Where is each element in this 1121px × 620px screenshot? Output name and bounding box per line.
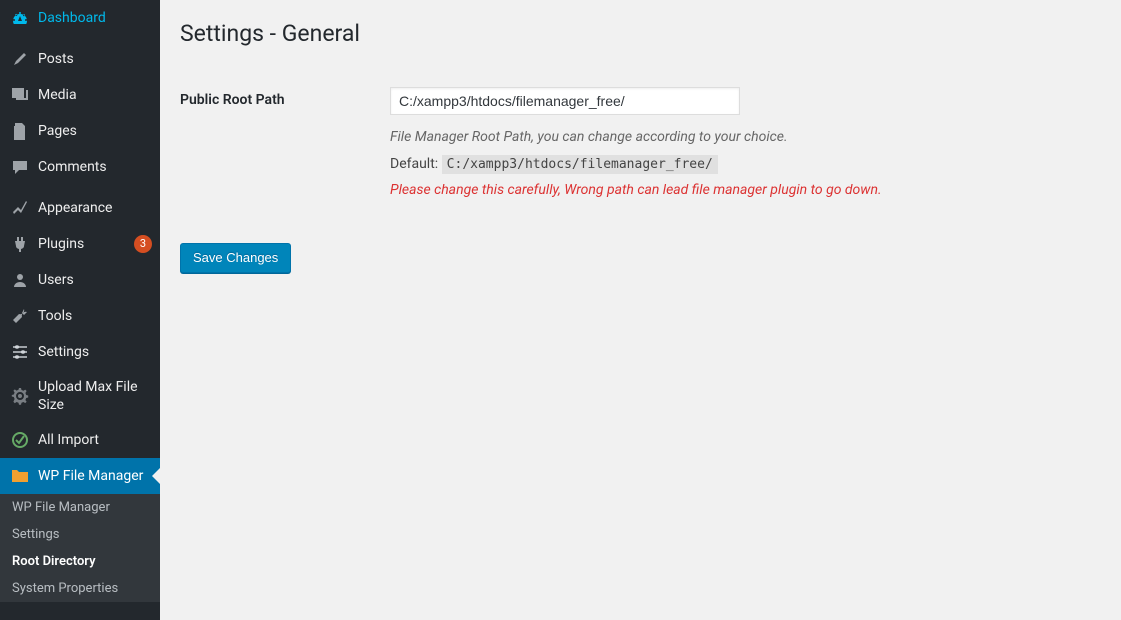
sidebar-item-posts[interactable]: Posts [0, 41, 160, 77]
warning-text: Please change this carefully, Wrong path… [390, 182, 1091, 198]
appearance-icon [10, 198, 30, 218]
plugins-icon [10, 234, 30, 254]
menu-label: Settings [38, 343, 152, 361]
submenu-item-root-directory[interactable]: Root Directory [0, 548, 160, 575]
menu-label: Pages [38, 122, 152, 140]
menu-label: Appearance [38, 199, 152, 217]
sidebar-item-upload-max[interactable]: Upload Max File Size [0, 370, 160, 422]
root-path-field: File Manager Root Path, you can change a… [380, 72, 1101, 213]
menu-label: Posts [38, 50, 152, 68]
root-path-row: Public Root Path File Manager Root Path,… [180, 72, 1101, 213]
tools-icon [10, 306, 30, 326]
plugins-update-badge: 3 [134, 235, 152, 253]
root-path-description: File Manager Root Path, you can change a… [390, 127, 1091, 148]
menu-label: Plugins [38, 235, 129, 253]
sidebar-item-settings[interactable]: Settings [0, 334, 160, 370]
default-prefix: Default: [390, 156, 442, 172]
settings-icon [10, 342, 30, 362]
menu-label: All Import [38, 431, 152, 449]
settings-form: Public Root Path File Manager Root Path,… [180, 72, 1101, 213]
menu-label: Comments [38, 158, 152, 176]
save-changes-button[interactable]: Save Changes [180, 243, 291, 273]
menu-label: Upload Max File Size [38, 378, 152, 414]
users-icon [10, 270, 30, 290]
default-line: Default: C:/xampp3/htdocs/filemanager_fr… [390, 156, 1091, 172]
sidebar-item-all-import[interactable]: All Import [0, 422, 160, 458]
pin-icon [10, 49, 30, 69]
submenu-item-wp-file-manager[interactable]: WP File Manager [0, 494, 160, 521]
dashboard-icon [10, 8, 30, 28]
menu-label: Media [38, 86, 152, 104]
admin-sidebar: Dashboard Posts Media Pages Comments App… [0, 0, 160, 620]
menu-label: Users [38, 271, 152, 289]
menu-label: Tools [38, 307, 152, 325]
sidebar-item-wp-file-manager[interactable]: WP File Manager [0, 458, 160, 494]
media-icon [10, 85, 30, 105]
pages-icon [10, 121, 30, 141]
folder-icon [10, 466, 30, 486]
sidebar-item-comments[interactable]: Comments [0, 149, 160, 185]
submenu-item-system-properties[interactable]: System Properties [0, 575, 160, 602]
menu-label: WP File Manager [38, 467, 152, 485]
sidebar-item-users[interactable]: Users [0, 262, 160, 298]
gear-icon [10, 386, 30, 406]
default-value: C:/xampp3/htdocs/filemanager_free/ [442, 155, 718, 174]
import-icon [10, 430, 30, 450]
sidebar-item-plugins[interactable]: Plugins 3 [0, 226, 160, 262]
sidebar-item-tools[interactable]: Tools [0, 298, 160, 334]
main-content: Settings - General Public Root Path File… [160, 0, 1121, 620]
sidebar-item-dashboard[interactable]: Dashboard [0, 0, 160, 36]
root-path-input[interactable] [390, 87, 740, 115]
sidebar-item-pages[interactable]: Pages [0, 113, 160, 149]
submenu-item-settings[interactable]: Settings [0, 521, 160, 548]
submenu: WP File Manager Settings Root Directory … [0, 494, 160, 602]
menu-label: Dashboard [38, 9, 152, 27]
page-title: Settings - General [180, 10, 1101, 52]
sidebar-item-media[interactable]: Media [0, 77, 160, 113]
sidebar-item-appearance[interactable]: Appearance [0, 190, 160, 226]
root-path-label: Public Root Path [180, 72, 380, 213]
comments-icon [10, 157, 30, 177]
